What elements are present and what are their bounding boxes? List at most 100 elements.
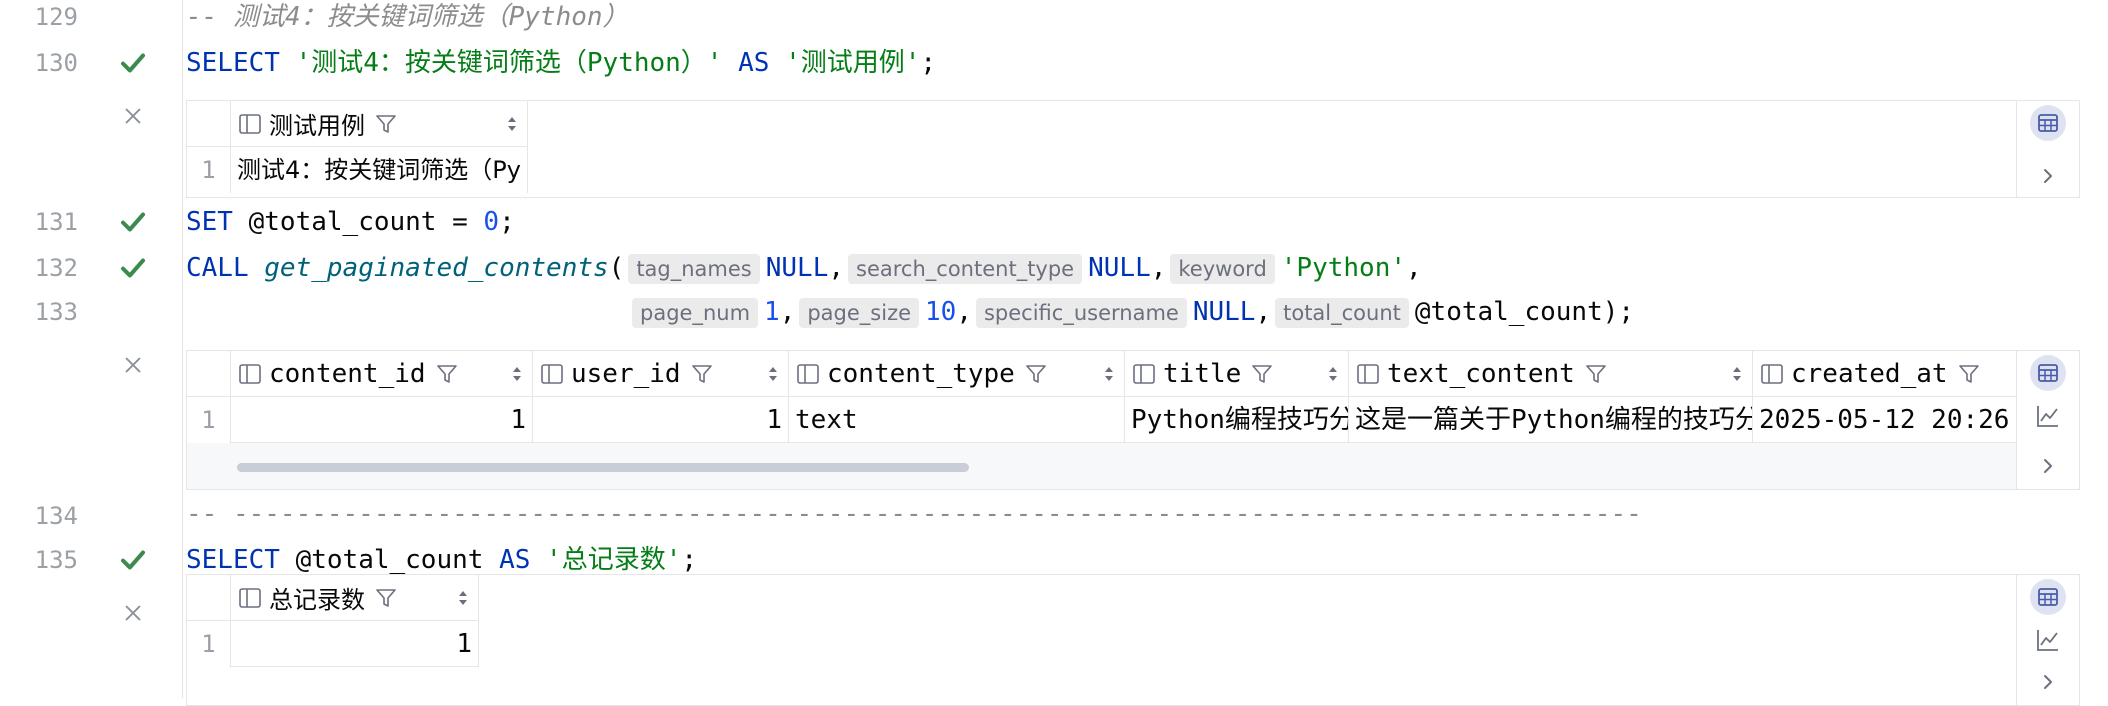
chevron-right-icon[interactable] [2035,669,2061,695]
param-hint: page_num [632,297,759,328]
result-grid-3: 总记录数 1 1 [186,574,2080,706]
check-icon [118,545,148,575]
column-icon [239,364,261,384]
sort-icon[interactable] [505,113,519,135]
number-literal: 10 [925,297,957,327]
semicolon: ; [920,48,937,78]
code-line-132[interactable]: CALL get_paginated_contents(tag_names NUL… [186,246,1422,290]
column-header-created-at[interactable]: created_at [1753,351,2017,397]
null-literal: NULL [1088,253,1151,283]
semicolon: ; [499,207,515,237]
table-view-button[interactable] [2030,579,2066,615]
column-header[interactable]: 测试用例 [231,101,528,147]
result-toolbar [2016,101,2079,197]
procedure-name: get_paginated_contents [264,253,609,283]
code-line-133[interactable]: page_num 1, page_size 10, specific_username N… [628,290,1634,334]
column-header-content-id[interactable]: content_id [231,351,533,397]
param-hint: specific_username [975,297,1187,328]
sort-icon[interactable] [510,363,524,385]
comma: , [1255,297,1272,327]
column-name: 总记录数 [269,586,365,614]
variable-arg: @total_count); [1414,297,1635,327]
sort-icon[interactable] [456,587,470,609]
table-view-icon [2036,585,2060,609]
table-cell[interactable]: 2025-05-12 20:26 [1753,397,2017,443]
close-icon[interactable] [122,354,144,376]
column-header-text-content[interactable]: text_content [1349,351,1753,397]
column-header-user-id[interactable]: user_id [533,351,789,397]
table-cell[interactable]: text [789,397,1125,443]
param-hint: search_content_type [848,253,1083,284]
table-view-button[interactable] [2030,105,2066,141]
param-hint: keyword [1170,253,1275,284]
column-name: content_id [269,358,426,389]
comma: , [828,253,845,283]
chart-icon[interactable] [2035,627,2061,653]
alias-literal: '总记录数' [546,545,682,575]
string-literal: '测试4：按关键词筛选（Python）' [295,48,723,78]
keyword-select: SELECT [186,48,280,78]
table-view-icon [2036,361,2060,385]
keyword-as: AS [738,48,770,78]
row-number: 1 [187,397,231,443]
column-icon [797,364,819,384]
filter-icon[interactable] [436,363,458,385]
line-number-133: 133 [34,298,78,326]
horizontal-scrollbar-thumb[interactable] [237,463,969,472]
table-cell[interactable]: Python编程技巧分 [1125,397,1349,443]
close-icon[interactable] [122,105,144,127]
filter-icon[interactable] [1958,363,1980,385]
filter-icon[interactable] [1251,363,1273,385]
number-literal: 0 [483,207,500,237]
filter-icon[interactable] [375,587,397,609]
column-name: 测试用例 [269,112,365,140]
keyword-set: SET [186,207,233,237]
column-header[interactable]: 总记录数 [231,575,479,621]
code-line-131[interactable]: SET @total_count = 0; [186,200,515,244]
filter-icon[interactable] [691,363,713,385]
null-literal: NULL [765,253,829,283]
table-cell[interactable]: 1 [231,397,533,443]
filter-icon[interactable] [1585,363,1607,385]
sort-icon[interactable] [1326,363,1340,385]
sort-icon[interactable] [766,363,780,385]
sort-icon[interactable] [1730,363,1744,385]
code-line-130[interactable]: SELECT '测试4：按关键词筛选（Python）' AS '测试用例'; [186,41,936,85]
scrollbar-track[interactable] [187,443,2017,489]
comma: , [1406,253,1422,283]
filter-icon[interactable] [375,113,397,135]
param-hint: page_size [799,297,920,328]
gutter-divider [182,0,183,698]
column-name: text_content [1387,358,1575,389]
table-cell[interactable]: 1 [533,397,789,443]
filter-icon[interactable] [1025,363,1047,385]
column-icon [1133,364,1155,384]
sort-icon[interactable] [1102,363,1116,385]
row-number: 1 [187,621,231,667]
close-icon[interactable] [122,602,144,624]
column-icon [1761,364,1783,384]
column-icon [239,588,261,608]
comment-line-129[interactable]: -- 测试4：按关键词筛选（Python） [186,0,629,39]
chevron-right-icon[interactable] [2035,453,2061,479]
column-name: content_type [827,358,1015,389]
chart-icon[interactable] [2035,403,2061,429]
string-literal: 'Python' [1280,253,1407,283]
table-cell[interactable]: 这是一篇关于Python编程的技巧分 [1349,397,1753,443]
column-header-title[interactable]: title [1125,351,1349,397]
chevron-right-icon[interactable] [2035,163,2061,189]
table-cell[interactable]: 测试4：按关键词筛选（Py [231,147,528,193]
check-icon [118,253,148,283]
table-cell[interactable]: 1 [231,621,479,667]
comment-line-134[interactable]: -- -------------------------------------… [186,492,1642,536]
comma: , [1150,253,1167,283]
column-header-content-type[interactable]: content_type [789,351,1125,397]
table-view-button[interactable] [2030,355,2066,391]
keyword-call: CALL [186,253,249,283]
check-icon [118,48,148,78]
